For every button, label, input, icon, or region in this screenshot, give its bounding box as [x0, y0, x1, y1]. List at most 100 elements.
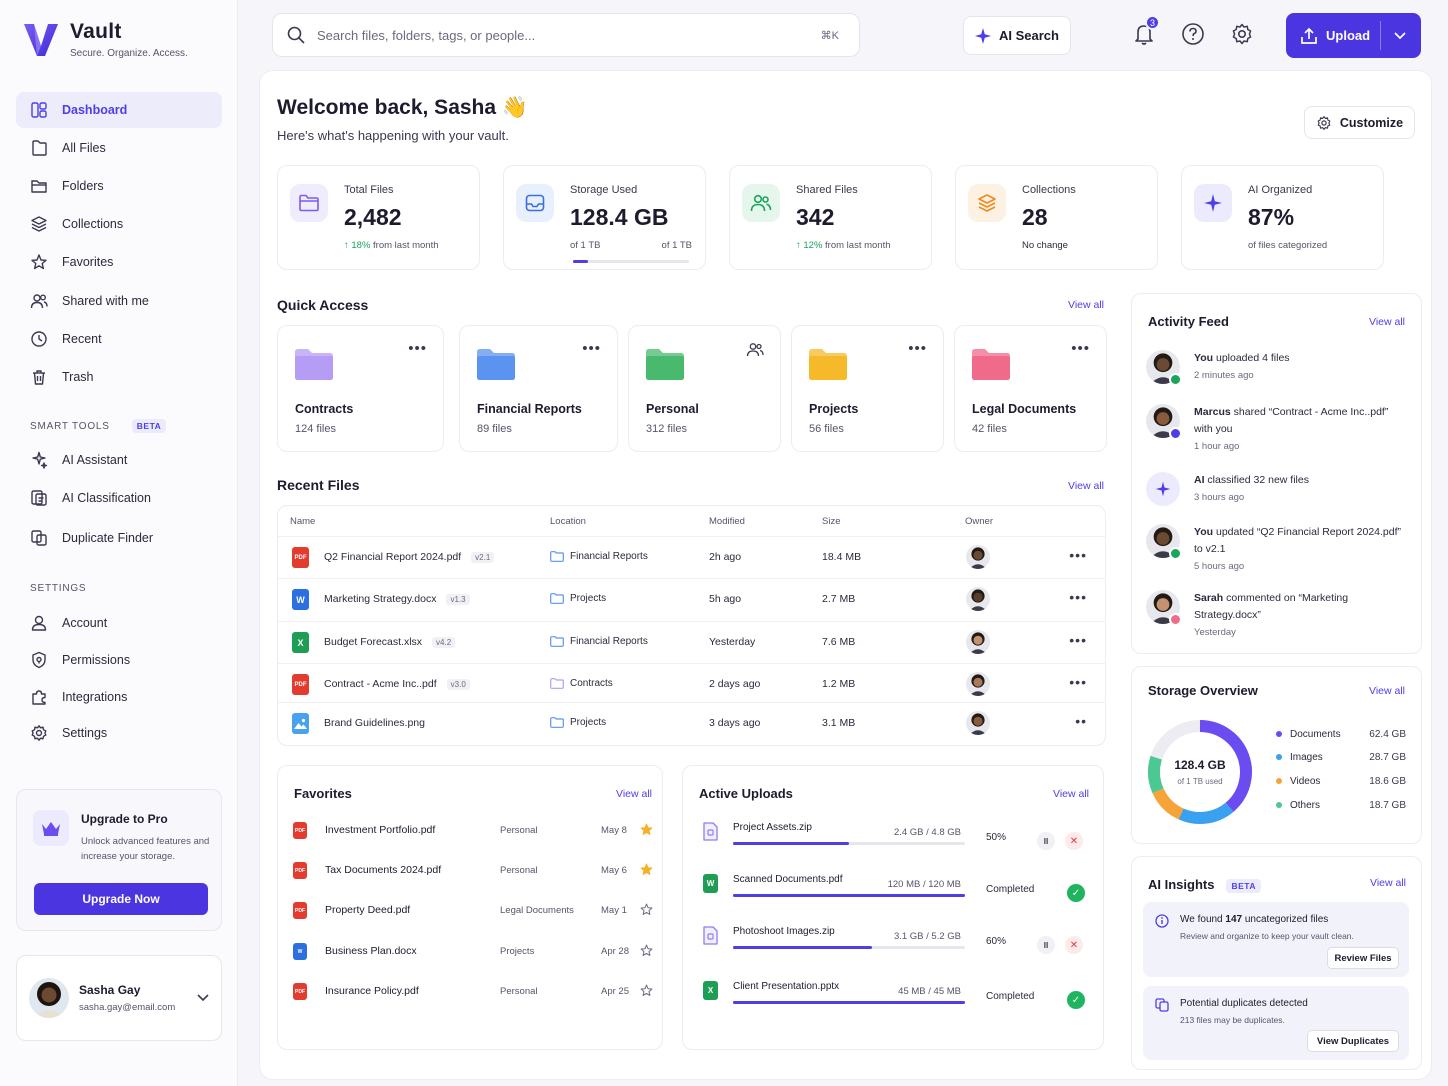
activity-item[interactable]: Marcus shared “Contract - Acme Inc..pdf”… [1146, 404, 1411, 454]
file-name[interactable]: Contract - Acme Inc..pdf v3.0 [324, 678, 470, 690]
file-name[interactable]: Budget Forecast.xlsx v4.2 [324, 636, 456, 648]
file-location[interactable]: Financial Reports [550, 636, 648, 647]
sidebar-item-settings[interactable]: Settings [16, 715, 222, 751]
chevron-down-icon[interactable] [1394, 32, 1406, 40]
review-files-button[interactable]: Review Files [1327, 947, 1399, 969]
storage-view-all[interactable]: View all [1369, 685, 1405, 697]
list-item[interactable]: PDF Property Deed.pdf Legal Documents Ma… [278, 892, 661, 932]
sidebar-item-label: Recent [62, 331, 102, 346]
sidebar-item-integrations[interactable]: Integrations [16, 679, 222, 715]
quick-access-folder[interactable]: ••• Legal Documents 42 files [954, 325, 1107, 452]
cancel-icon[interactable]: ✕ [1065, 832, 1083, 850]
more-options-icon[interactable]: ••• [1069, 547, 1087, 563]
star-icon[interactable] [640, 903, 653, 916]
activity-item[interactable]: Sarah commented on “Marketing Strategy.d… [1146, 590, 1411, 640]
sidebar-item-duplicate-finder[interactable]: Duplicate Finder [16, 520, 222, 556]
file-location[interactable]: Financial Reports [550, 551, 648, 562]
ai-search-button[interactable]: AI Search [963, 16, 1071, 55]
file-location[interactable]: Projects [550, 593, 606, 604]
list-item[interactable]: PDF Insurance Policy.pdf Personal Apr 25 [278, 973, 661, 1013]
recent-files-view-all[interactable]: View all [1068, 480, 1104, 492]
pause-icon[interactable]: II [1037, 832, 1055, 850]
column-header[interactable]: Size [822, 516, 840, 527]
sidebar-item-shared-with-me[interactable]: Shared with me [16, 283, 222, 319]
sidebar-item-folders[interactable]: Folders [16, 168, 222, 204]
file-name[interactable]: Brand Guidelines.png [324, 717, 425, 729]
search-bar[interactable]: ⌘K [272, 13, 860, 57]
cancel-icon[interactable]: ✕ [1065, 936, 1083, 954]
stat-card[interactable]: Shared Files 342 ↑ 12% from last month [729, 165, 932, 270]
more-options-icon[interactable]: ••• [1069, 674, 1087, 690]
column-header[interactable]: Location [550, 516, 586, 527]
stat-card[interactable]: AI Organized 87% of files categorized [1181, 165, 1384, 270]
table-row[interactable]: X Budget Forecast.xlsx v4.2 Financial Rep… [278, 621, 1105, 663]
column-header[interactable]: Modified [709, 516, 745, 527]
table-row[interactable]: PDF Q2 Financial Report 2024.pdf v2.1 Fin… [278, 536, 1105, 578]
list-item[interactable]: W Business Plan.docx Projects Apr 28 [278, 933, 661, 973]
stat-card[interactable]: Storage Used 128.4 GB of 1 TB of 1 TB [503, 165, 706, 270]
brand[interactable]: Vault Secure. Organize. Access. [22, 20, 188, 60]
search-input[interactable] [317, 27, 797, 43]
uploads-view-all[interactable]: View all [1053, 788, 1089, 800]
puzzle-icon [32, 690, 46, 705]
file-location[interactable]: Contracts [550, 678, 613, 689]
list-item[interactable]: PDF Investment Portfolio.pdf Personal Ma… [278, 812, 661, 852]
file-location[interactable]: Projects [550, 717, 606, 728]
chevron-down-icon[interactable] [197, 994, 209, 1002]
table-row[interactable]: W Marketing Strategy.docx v1.3 Projects 5… [278, 578, 1105, 620]
more-options-icon[interactable]: ••• [1069, 589, 1087, 605]
star-icon[interactable] [640, 984, 653, 997]
favorites-view-all[interactable]: View all [616, 788, 652, 800]
more-options-icon[interactable]: •• [1075, 713, 1087, 729]
column-header[interactable]: Name [290, 516, 315, 527]
user-menu[interactable]: Sasha Gay sasha.gay@email.com [16, 955, 222, 1041]
more-options-icon[interactable]: ••• [1071, 340, 1090, 357]
activity-view-all[interactable]: View all [1369, 316, 1405, 328]
quick-access-folder[interactable]: ••• Financial Reports 89 files [459, 325, 618, 452]
sidebar-item-permissions[interactable]: Permissions [16, 642, 222, 678]
upload-size: 120 MB / 120 MB [887, 879, 961, 890]
star-icon[interactable] [640, 863, 653, 876]
smart-tools-label: SMART TOOLS BETA [30, 419, 167, 433]
activity-item[interactable]: You updated “Q2 Financial Report 2024.pd… [1146, 524, 1411, 574]
view-duplicates-button[interactable]: View Duplicates [1307, 1030, 1399, 1052]
quick-access-folder[interactable]: ••• Contracts 124 files [277, 325, 444, 452]
sidebar-item-collections[interactable]: Collections [16, 206, 222, 242]
sidebar-item-trash[interactable]: Trash [16, 359, 222, 395]
sidebar-item-ai-assistant[interactable]: AI Assistant [16, 442, 222, 478]
file-name[interactable]: Marketing Strategy.docx v1.3 [324, 593, 470, 605]
activity-item[interactable]: You uploaded 4 files 2 minutes ago [1146, 350, 1411, 400]
list-item[interactable]: PDF Tax Documents 2024.pdf Personal May … [278, 852, 661, 892]
stat-card[interactable]: Collections 28 No change [955, 165, 1158, 270]
pause-icon[interactable]: II [1037, 936, 1055, 954]
quick-access-view-all[interactable]: View all [1068, 299, 1104, 311]
upgrade-now-button[interactable]: Upgrade Now [34, 883, 208, 915]
file-name[interactable]: Q2 Financial Report 2024.pdf v2.1 [324, 551, 495, 563]
star-icon[interactable] [640, 823, 653, 836]
sidebar-item-dashboard[interactable]: Dashboard [16, 92, 222, 128]
star-icon[interactable] [640, 944, 653, 957]
sidebar-item-all-files[interactable]: All Files [16, 130, 222, 166]
stat-card[interactable]: Total Files 2,482 ↑ 18% from last month [277, 165, 480, 270]
more-options-icon[interactable]: ••• [1069, 632, 1087, 648]
quick-access-folder[interactable]: ••• Projects 56 files [791, 325, 944, 452]
table-row[interactable]: PDF Contract - Acme Inc..pdf v3.0 Contrac… [278, 663, 1105, 705]
settings-button[interactable] [1228, 20, 1256, 48]
more-options-icon[interactable]: ••• [408, 340, 427, 357]
insights-view-all[interactable]: View all [1370, 877, 1406, 889]
activity-item[interactable]: AI classified 32 new files 3 hours ago [1146, 472, 1411, 522]
sidebar-item-ai-classification[interactable]: AI Classification [16, 480, 222, 516]
customize-button[interactable]: Customize [1304, 106, 1415, 139]
favorites-panel: Favorites View all PDF Investment Portfo… [277, 765, 663, 1050]
sidebar-item-account[interactable]: Account [16, 605, 222, 641]
sidebar-item-favorites[interactable]: Favorites [16, 244, 222, 280]
notifications-button[interactable]: 3 [1130, 15, 1160, 48]
help-button[interactable] [1179, 20, 1207, 48]
more-options-icon[interactable]: ••• [908, 340, 927, 357]
quick-access-folder[interactable]: Personal 312 files [628, 325, 781, 452]
sidebar-item-recent[interactable]: Recent [16, 321, 222, 357]
upload-button[interactable]: Upload [1286, 13, 1421, 58]
table-row[interactable]: Brand Guidelines.png Projects 3 days ago… [278, 702, 1105, 742]
more-options-icon[interactable]: ••• [582, 340, 601, 357]
column-header[interactable]: Owner [965, 516, 993, 527]
